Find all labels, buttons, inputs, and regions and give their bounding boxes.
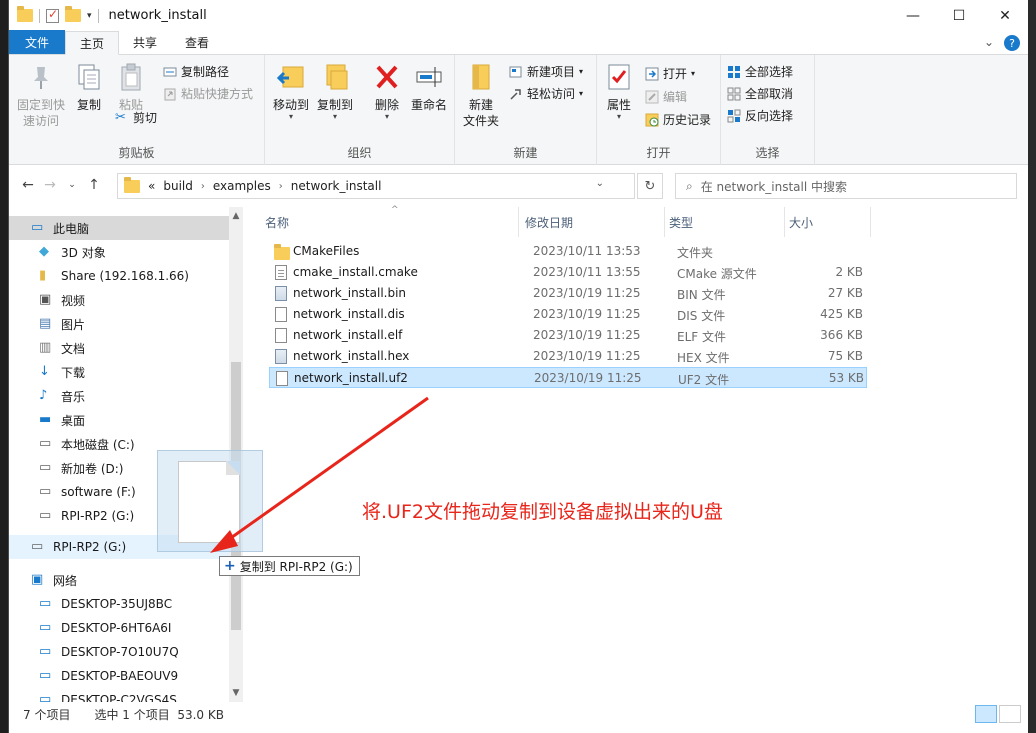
annotation-text: 将.UF2文件拖动复制到设备虚拟出来的U盘 (362, 501, 723, 523)
arrow-head (210, 530, 238, 553)
annotation-arrow (210, 396, 429, 553)
